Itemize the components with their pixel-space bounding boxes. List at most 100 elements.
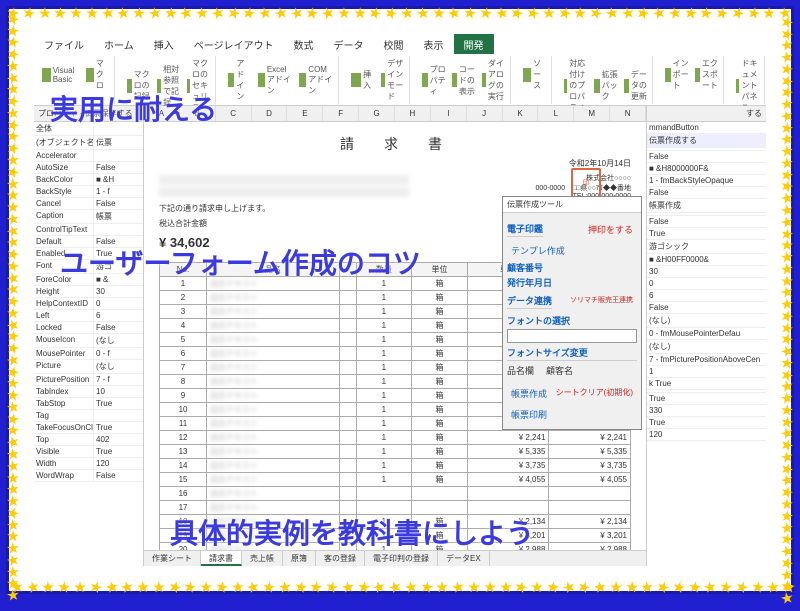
table-row[interactable]: 17品名テキスト [160,501,631,515]
prop-val[interactable]: 6 [94,310,143,321]
link-button[interactable]: ソリマチ販売王連携 [566,293,637,310]
ribbon-tab[interactable]: ホーム [94,34,144,54]
ribbon-item[interactable]: インポート [665,58,689,91]
sheet-tab[interactable]: 客の登録 [316,551,365,566]
ribbon-item[interactable]: アドイン [228,58,252,102]
ribbon-item[interactable]: ドキュメントパネル [736,58,760,113]
prop-val[interactable] [647,148,766,150]
ribbon-item[interactable]: Excelアドイン [258,58,294,102]
prop-val[interactable]: True [94,446,143,457]
prop-val[interactable]: 330 [647,405,766,416]
prop-val[interactable]: 6 [647,290,766,301]
ribbon-tab[interactable]: 数式 [284,34,324,54]
prop-val[interactable]: 7 - fmPicturePositionAboveCen [647,354,766,365]
ribbon-tab[interactable]: ページレイアウト [184,34,284,54]
prop-val[interactable]: False [94,470,143,481]
table-row[interactable]: 19品名テキスト1箱¥ 3,201¥ 3,201 [160,529,631,543]
prop-val[interactable]: (なし [94,334,143,347]
prop-val[interactable]: False [647,216,766,227]
ribbon-item[interactable]: マクロのセキュリティ [187,58,211,113]
ribbon-tab[interactable]: 校閲 [374,34,414,54]
table-row[interactable]: 15品名テキスト1箱¥ 4,055¥ 4,055 [160,473,631,487]
prop-val[interactable]: 帳票作成 [647,199,766,212]
prop-val[interactable]: 120 [647,429,766,440]
col-header[interactable]: M [574,106,610,121]
col-header[interactable]: L [538,106,574,121]
col-header[interactable]: J [467,106,503,121]
prop-val[interactable] [647,390,766,392]
ribbon-item[interactable]: エクスポート [695,58,719,91]
sheet-tab[interactable]: データEX [438,551,490,566]
prop-val[interactable] [94,410,143,421]
prop-val[interactable]: (なし) [647,314,766,327]
col-header[interactable]: E [287,106,323,121]
prop-tab[interactable]: 全体 [34,122,94,135]
ribbon-item[interactable]: ダイアログの実行 [482,58,506,102]
ribbon-item[interactable]: プロパティ [422,58,446,102]
prop-val[interactable]: False [647,187,766,198]
prop-val[interactable]: True [94,422,143,433]
template-button[interactable]: テンプレ作成 [507,242,637,259]
col-header[interactable]: B [180,106,216,121]
prop-val[interactable]: 30 [647,266,766,277]
sheet-tab[interactable]: 原簿 [283,551,316,566]
col-header[interactable]: N [610,106,646,121]
col-header[interactable]: C [216,106,252,121]
prop-val[interactable]: False [94,322,143,333]
prop-val[interactable]: True [647,228,766,239]
prop-val[interactable]: 伝票 [94,136,143,149]
ribbon-item[interactable]: 対応付けのプロパティ [564,58,588,113]
prop-val[interactable]: True [647,417,766,428]
prop-val[interactable]: 120 [94,458,143,469]
print-button[interactable]: 帳票印刷 [507,406,637,423]
ribbon-item[interactable]: デザインモード [381,58,405,102]
prop-val[interactable]: 30 [94,286,143,297]
prop-val[interactable]: True [647,393,766,404]
prop-val[interactable]: 402 [94,434,143,445]
prop-val[interactable]: True [94,248,143,259]
sheet-tab[interactable]: 作業シート [144,551,201,566]
prop-val[interactable]: False [94,162,143,173]
prop-val[interactable]: 0 [94,298,143,309]
sheet-tab[interactable]: 売上帳 [242,551,283,566]
prop-val[interactable]: False [647,302,766,313]
ribbon-tab[interactable]: 表示 [414,34,454,54]
sheet-tab[interactable]: 電子印判の登録 [365,551,438,566]
col-header[interactable]: K [503,106,539,121]
prop-val[interactable]: 7 - f [94,374,143,385]
make-button[interactable]: 帳票作成 [507,385,551,402]
col-header[interactable]: G [359,106,395,121]
table-row[interactable]: 14品名テキスト1箱¥ 3,735¥ 3,735 [160,459,631,473]
prop-val[interactable]: 1 - f [94,186,143,197]
prop-val[interactable]: ■ & [94,274,143,285]
prop-val[interactable]: True [94,398,143,409]
table-row[interactable]: 16品名テキスト [160,487,631,501]
table-row[interactable]: 18品名テキスト1箱¥ 2,134¥ 2,134 [160,515,631,529]
ribbon-item[interactable]: 相対参照で記録 [157,58,181,113]
ribbon-tab[interactable]: データ [324,34,374,54]
prop-val[interactable]: False [94,236,143,247]
ribbon-tab[interactable]: ファイル [34,34,94,54]
ribbon-item[interactable]: Visual Basic [42,58,80,91]
table-row[interactable]: 12品名テキスト1箱¥ 2,241¥ 2,241 [160,431,631,445]
prop-val[interactable]: (なし [94,360,143,373]
ribbon-tab[interactable]: 開発 [454,34,494,54]
prop-val[interactable] [647,213,766,215]
ribbon-item[interactable]: ソース [523,58,547,91]
table-row[interactable]: 13品名テキスト1箱¥ 5,335¥ 5,335 [160,445,631,459]
prop-val[interactable]: 游ゴシック [647,240,766,253]
userform-panel[interactable]: 伝票作成ツール 電子印鑑押印をする テンプレ作成 顧客番号 発行年月日 データ連… [502,196,642,430]
prop-val[interactable]: k True [647,378,766,389]
prop-val[interactable]: ■ &H [94,174,143,185]
prop-val[interactable]: 1 - fmBackStyleOpaque [647,175,766,186]
col-header[interactable]: D [252,106,288,121]
clear-button[interactable]: シートクリア(初期化) [552,385,637,402]
prop-val[interactable]: False [647,151,766,162]
prop-val[interactable] [94,150,143,161]
stamp-button[interactable]: 押印をする [584,221,637,238]
prop-val[interactable]: 0 - f [94,348,143,359]
ribbon-item[interactable]: マクロの記録 [127,58,151,113]
ribbon-item[interactable]: データの更新 [624,58,648,113]
col-header[interactable]: H [395,106,431,121]
prop-val[interactable]: ■ &H8000000F& [647,163,766,174]
